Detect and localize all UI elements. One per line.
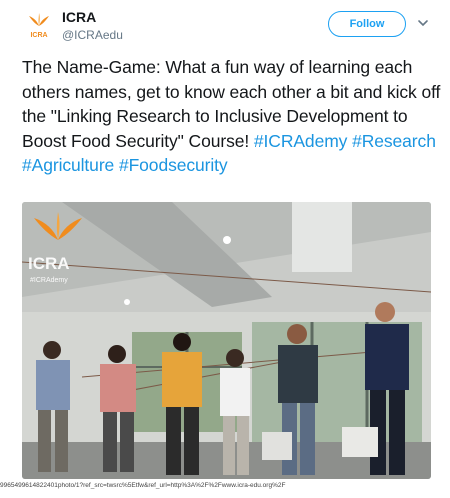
tweet-header: ICRA ICRA @ICRAedu Follow [0, 0, 450, 48]
hashtag-research[interactable]: #Research [352, 131, 436, 151]
tweet-photo[interactable]: ICRA #ICRAdemy [22, 202, 431, 479]
hashtag-icrademy[interactable]: #ICRAdemy [254, 131, 348, 151]
chevron-down-icon[interactable] [416, 16, 430, 30]
account-handle[interactable]: @ICRAedu [62, 28, 123, 42]
tweet-text: The Name-Game: What a fun way of learnin… [22, 55, 442, 178]
follow-button[interactable]: Follow [328, 11, 406, 37]
logo-text: ICRA [30, 32, 47, 39]
watermark-logo [34, 212, 82, 240]
watermark-hashtag: #ICRAdemy [30, 277, 68, 284]
watermark-text: ICRA [28, 254, 70, 273]
hashtag-foodsecurity[interactable]: #Foodsecurity [119, 155, 228, 175]
account-name[interactable]: ICRA [62, 9, 96, 25]
status-url: 9965499614822401photo/1?ref_src=twsrc%5E… [0, 482, 286, 489]
hashtag-agriculture[interactable]: #Agriculture [22, 155, 114, 175]
icra-logo[interactable]: ICRA [24, 12, 54, 40]
